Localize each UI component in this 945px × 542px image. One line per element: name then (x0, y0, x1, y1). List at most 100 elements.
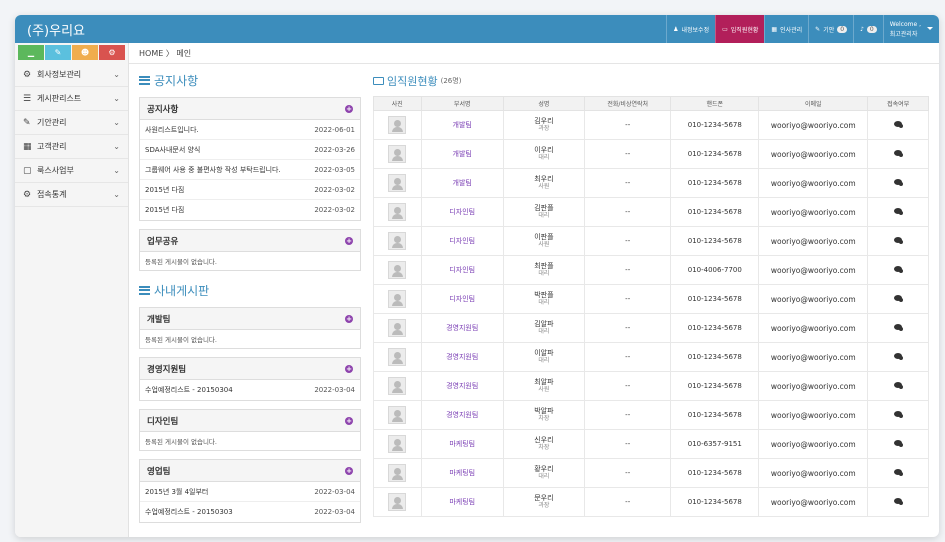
dept-link[interactable]: 개발팀 (453, 179, 472, 187)
app-window: (주)우리요 ♟ 내정보수정 ▭ 임직원현황 ▦ 인사관리 ✎ 기안 0 ♪ 0 Welcome , 최… (15, 15, 939, 537)
cogs-icon: ⚙ (23, 189, 32, 200)
phone-cell: -- (583, 226, 672, 256)
user-welcome: Welcome , (889, 20, 921, 28)
topnav-item[interactable]: ♟ 내정보수정 (666, 15, 715, 43)
topnav-item[interactable]: ▭ 임직원현황 (715, 15, 765, 43)
topnav-item[interactable]: ✎ 기안 0 (808, 15, 853, 43)
panel-header: 영업팀 + (140, 460, 360, 482)
chat-icon[interactable] (894, 266, 904, 273)
dept-link[interactable]: 경영지원팀 (446, 353, 478, 361)
phone-cell: -- (583, 342, 672, 372)
edit-icon: ✎ (23, 117, 31, 128)
post-row[interactable]: 사원리스트입니다. 2022-06-01 (140, 120, 360, 140)
phone-cell: -- (583, 255, 672, 285)
post-row[interactable]: 2015년 3월 4일부터 2022-03-04 (140, 482, 360, 502)
breadcrumb-home[interactable]: HOME (139, 49, 163, 58)
avatar (388, 464, 407, 482)
plus-circle-icon[interactable]: + (345, 416, 353, 425)
user-name: 최고관리자 (889, 30, 918, 38)
sidebar-item[interactable]: ⚙ 회사정보관리 ⌄ (15, 63, 128, 87)
topnav-item[interactable]: ▦ 인사관리 (764, 15, 808, 43)
mobile-cell: 010-1234-5678 (670, 400, 760, 430)
sidebar-shortcut-button[interactable]: ✎ (45, 45, 71, 60)
chat-icon[interactable] (894, 411, 904, 418)
dept-link[interactable]: 경영지원팀 (446, 324, 478, 332)
post-row[interactable]: SDA사내문서 양식 2022-03-26 (140, 140, 360, 160)
chat-icon[interactable] (894, 121, 904, 128)
topnav-item[interactable]: ♪ 0 (853, 15, 883, 43)
chat-icon[interactable] (894, 324, 904, 331)
dept-link[interactable]: 디자인팀 (449, 208, 475, 216)
dept-link[interactable]: 디자인팀 (449, 266, 475, 274)
photo-cell (373, 487, 422, 517)
chat-icon[interactable] (894, 179, 904, 186)
plus-circle-icon[interactable]: + (345, 236, 353, 245)
topnav-badge: 0 (837, 25, 848, 33)
avatar (388, 493, 407, 511)
post-row[interactable]: 수업예정리스트 - 20150304 2022-03-04 (140, 380, 360, 400)
status-cell (867, 284, 929, 314)
status-cell (867, 371, 929, 401)
chat-icon[interactable] (894, 440, 904, 447)
avatar (388, 145, 407, 163)
phone-cell: -- (583, 110, 672, 140)
post-row[interactable]: 2015년 다짐 2022-03-02 (140, 180, 360, 200)
plus-circle-icon[interactable]: + (345, 364, 353, 373)
photo-cell (373, 139, 422, 169)
employee-name: 박알파 (534, 407, 554, 415)
mobile-cell: 010-1234-5678 (670, 168, 760, 198)
panel-title: 경영지원팀 (147, 364, 187, 375)
sidebar-item[interactable]: ☰ 게시판리스트 ⌄ (15, 87, 128, 111)
sidebar-item[interactable]: ▦ 고객관리 ⌄ (15, 135, 128, 159)
status-cell (867, 226, 929, 256)
sidebar-item[interactable]: ✎ 기안관리 ⌄ (15, 111, 128, 135)
name-cell: 김알파 대리 (502, 313, 585, 343)
sidebar-item[interactable]: ▢ 룩스사업부 ⌄ (15, 159, 128, 183)
employee-rank: 차장 (538, 444, 550, 451)
sidebar-shortcut-button[interactable]: ☻ (72, 45, 98, 60)
sidebar-item[interactable]: ⚙ 접속통계 ⌄ (15, 183, 128, 207)
email-cell: wooriyo@wooriyo.com (758, 313, 869, 343)
topnav-label: 임직원현황 (730, 26, 759, 34)
dept-link[interactable]: 마케팅팀 (449, 469, 475, 477)
phone-cell: -- (583, 487, 672, 517)
post-row[interactable]: 수업예정리스트 - 20150303 2022-03-04 (140, 502, 360, 522)
dept-link[interactable]: 마케팅팀 (449, 440, 475, 448)
plus-circle-icon[interactable]: + (345, 104, 353, 113)
dept-link[interactable]: 마케팅팀 (449, 498, 475, 506)
chat-icon[interactable] (894, 498, 904, 505)
dept-link[interactable]: 경영지원팀 (446, 411, 478, 419)
app-title[interactable]: (주)우리요 (15, 20, 135, 39)
plus-circle-icon[interactable]: + (345, 314, 353, 323)
dept-link[interactable]: 경영지원팀 (446, 382, 478, 390)
chat-icon[interactable] (894, 469, 904, 476)
chat-icon[interactable] (894, 150, 904, 157)
chevron-down-icon: ⌄ (113, 118, 120, 127)
table-row: 마케팅팀 황우리 대리 -- 010-1234-5678 wooriyo@wooriyo.… (373, 458, 929, 488)
post-row[interactable]: 그룹웨어 사용 중 불편사항 작성 부탁드립니다. 2022-03-05 (140, 160, 360, 180)
chat-icon[interactable] (894, 382, 904, 389)
post-row[interactable]: 2015년 다짐 2022-03-02 (140, 200, 360, 220)
table-row: 디자인팀 김판플 대리 -- 010-1234-5678 wooriyo@wooriyo.… (373, 197, 929, 227)
sidebar-shortcut-button[interactable]: ⚙ (99, 45, 125, 60)
photo-cell (373, 313, 422, 343)
top-nav: ♟ 내정보수정 ▭ 임직원현황 ▦ 인사관리 ✎ 기안 0 ♪ 0 Welcome , 최고관리자 (666, 15, 939, 43)
chat-icon[interactable] (894, 237, 904, 244)
sidebar: ▁ ✎ ☻ ⚙ ⚙ 회사정보관리 ⌄ ☰ 게시판리스트 ⌄ ✎ 기안관리 ⌄ ▦ 고객관리 ⌄ ▢ 룩스사업부 ⌄… (15, 43, 129, 537)
dept-link[interactable]: 디자인팀 (449, 295, 475, 303)
employee-rank: 대리 (538, 154, 550, 161)
plus-circle-icon[interactable]: + (345, 466, 353, 475)
email-cell: wooriyo@wooriyo.com (758, 429, 869, 459)
status-cell (867, 139, 929, 169)
chat-icon[interactable] (894, 353, 904, 360)
sidebar-shortcut-button[interactable]: ▁ (18, 45, 44, 60)
user-menu[interactable]: Welcome , 최고관리자 (882, 15, 939, 43)
dept-link[interactable]: 개발팀 (453, 121, 472, 129)
photo-cell (373, 284, 422, 314)
chat-icon[interactable] (894, 295, 904, 302)
chat-icon[interactable] (894, 208, 904, 215)
dept-link[interactable]: 개발팀 (453, 150, 472, 158)
dept-link[interactable]: 디자인팀 (449, 237, 475, 245)
list-icon: ☰ (23, 93, 32, 104)
mobile-cell: 010-1234-5678 (670, 284, 760, 314)
